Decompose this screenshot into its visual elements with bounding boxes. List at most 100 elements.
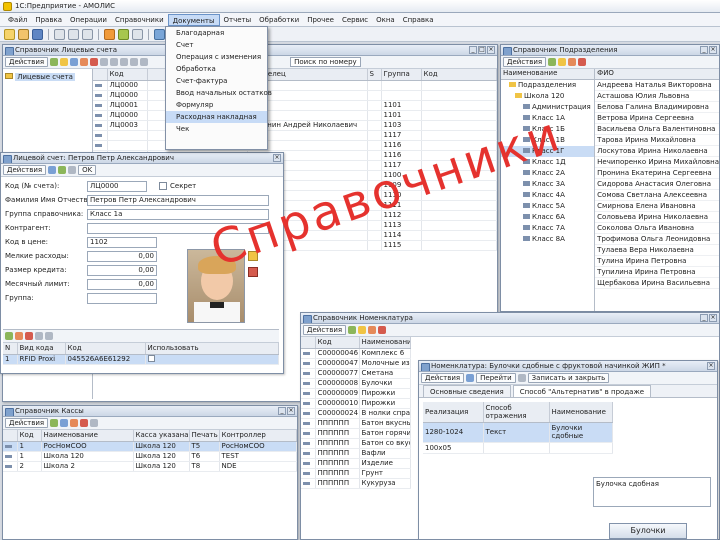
table-row[interactable]: С00000046 Комплекс 6 [301, 348, 411, 359]
column-header[interactable]: Код [107, 69, 148, 81]
actions-button[interactable]: Действия [421, 373, 465, 383]
menu-operations[interactable]: Операции [66, 14, 111, 26]
column-header[interactable]: Код [421, 69, 497, 81]
list-item[interactable]: Тарова Ирина Михайловна [595, 135, 719, 146]
column-header[interactable]: Печать [189, 430, 220, 442]
redo-icon[interactable] [118, 28, 129, 40]
list-item[interactable]: Соловьева Ирина Николаевна [595, 212, 719, 223]
add-icon[interactable] [5, 332, 13, 340]
delete-icon[interactable] [90, 58, 99, 66]
close-icon[interactable]: × [709, 314, 717, 322]
edit-icon[interactable] [568, 58, 577, 66]
close-icon[interactable]: × [273, 154, 281, 162]
menu-file[interactable]: Файл [4, 14, 31, 26]
save-close-button[interactable]: Записать и закрыть [527, 373, 610, 383]
documents-menu-item[interactable]: Формуляр [166, 99, 267, 111]
tree-item[interactable]: Класс 8А [501, 234, 594, 245]
list-item[interactable]: Васильева Ольга Валентиновна [595, 124, 719, 135]
tree-root-item[interactable]: Лицевые счета [15, 73, 75, 81]
help-icon[interactable] [517, 374, 526, 382]
price-code-input[interactable]: 1102 [87, 236, 157, 248]
documents-menu-item[interactable]: Ввод начальных остатков [166, 87, 272, 99]
small-expenses-input[interactable]: 0,00 [87, 250, 157, 262]
documents-menu-item[interactable]: Операция с изменения [166, 51, 267, 63]
save-icon[interactable] [32, 28, 43, 40]
tree-item[interactable]: Класс 6А [501, 212, 594, 223]
cut-icon[interactable] [54, 28, 65, 40]
table-row[interactable]: 1 Школа 120 Школа 120 T6 TEST [3, 451, 297, 462]
actions-button[interactable]: Действия [503, 57, 547, 67]
column-header[interactable]: Код [315, 337, 360, 349]
close-icon[interactable]: × [287, 407, 295, 415]
menu-windows[interactable]: Окна [372, 14, 399, 26]
list-item[interactable]: Смирнова Елена Ивановна [595, 201, 719, 212]
documents-menu-item[interactable]: Расходная накладная [166, 111, 267, 123]
close-icon[interactable]: × [709, 46, 717, 54]
table-row[interactable]: 100х05 [423, 442, 613, 454]
table-row[interactable]: ППППППБатон вкусный [301, 418, 411, 429]
menu-help[interactable]: Справка [399, 14, 438, 26]
new-icon[interactable] [4, 28, 15, 40]
caption-field[interactable]: Булочка сдобная [593, 477, 711, 507]
add-group-icon[interactable] [60, 58, 69, 66]
documents-menu-item[interactable]: Благодарная [166, 27, 267, 39]
documents-menu-item[interactable]: Счет [166, 39, 267, 51]
tree-item[interactable]: Класс 4А [501, 190, 594, 201]
list-item[interactable]: Щербакова Ирина Васильевна [595, 278, 719, 289]
hierarchy-icon[interactable] [130, 58, 139, 66]
copy-icon[interactable] [68, 28, 79, 40]
column-header[interactable]: Использовать [145, 343, 279, 355]
use-checkbox-cell[interactable] [145, 354, 279, 365]
column-header[interactable]: Наименование [359, 337, 411, 349]
column-header[interactable]: N [3, 343, 18, 355]
paste-icon[interactable] [82, 28, 93, 40]
calculator-icon[interactable] [154, 28, 165, 40]
list-item[interactable]: Пронина Екатерина Сергеевна [595, 168, 719, 179]
product-button[interactable]: Булочки [609, 523, 687, 539]
tree-item[interactable]: Класс 3А [501, 179, 594, 190]
list-item[interactable]: Нечипоренко Ирина Михайловна [595, 157, 719, 168]
post-icon[interactable] [58, 166, 67, 174]
column-header[interactable] [301, 337, 316, 349]
column-header[interactable]: ФИО [595, 69, 719, 80]
column-header[interactable]: Касса указана [133, 430, 190, 442]
table-row[interactable]: ЛЦ0000 [93, 90, 497, 101]
minimize-icon[interactable]: _ [700, 314, 708, 322]
table-row[interactable]: ЛЦ0000 [93, 80, 497, 91]
list-item[interactable]: Андреева Наталья Викторовна [595, 80, 719, 91]
menu-catalogs[interactable]: Справочники [111, 14, 168, 26]
add-icon[interactable] [348, 326, 357, 334]
list-item[interactable]: Ветрова Ирина Сергеевна [595, 113, 719, 124]
tab-main[interactable]: Основные сведения [423, 385, 511, 397]
close-icon[interactable]: × [707, 362, 715, 370]
save-icon[interactable] [466, 374, 475, 382]
list-item[interactable]: Трофимова Ольга Леонидовна [595, 234, 719, 245]
list-item[interactable]: Тулаева Вера Николаевна [595, 245, 719, 256]
add-icon[interactable] [50, 419, 59, 427]
table-row[interactable]: ЛЦ0001 1101 [93, 100, 497, 111]
documents-menu-item[interactable]: Счет-фактура [166, 75, 267, 87]
documents-menu-item[interactable]: Чек [166, 123, 267, 135]
table-row[interactable]: ПППППП Грунт [301, 468, 411, 479]
list-item[interactable]: Асташова Юлия Львовна [595, 91, 719, 102]
add-group-icon[interactable] [358, 326, 367, 334]
column-header[interactable]: Способ отражения [483, 402, 550, 423]
actions-button[interactable]: Действия [5, 57, 49, 67]
actions-button[interactable]: Действия [3, 165, 47, 175]
tab-alternatives[interactable]: Способ "Альтернатив" в продаже [512, 385, 652, 397]
table-row[interactable]: 1 РосНомСОО Школа 120 T5 РосНомСОО [3, 441, 297, 452]
table-row[interactable]: С00000010 Пирожки [301, 398, 411, 409]
fio-input[interactable]: Петров Петр Александрович [87, 194, 269, 206]
table-row[interactable]: ЛЦ0003 Воронин Андрей Николаевич 1103 [93, 120, 497, 131]
list-item[interactable]: Сидорова Анастасия Олеговна [595, 179, 719, 190]
list-item[interactable]: Лоскутова Ирина Николаевна [595, 146, 719, 157]
list-item[interactable]: Тулина Ирина Петровна [595, 256, 719, 267]
move-down-icon[interactable] [45, 332, 53, 340]
edit-icon[interactable] [80, 58, 89, 66]
tree-item[interactable]: Школа 120 [501, 91, 594, 102]
edit-icon[interactable] [70, 419, 79, 427]
ok-button[interactable]: OK [78, 165, 97, 175]
menu-processing[interactable]: Обработки [255, 14, 303, 26]
documents-menu-item[interactable]: Обработка [166, 63, 267, 75]
column-header[interactable]: Наименование [549, 402, 613, 423]
